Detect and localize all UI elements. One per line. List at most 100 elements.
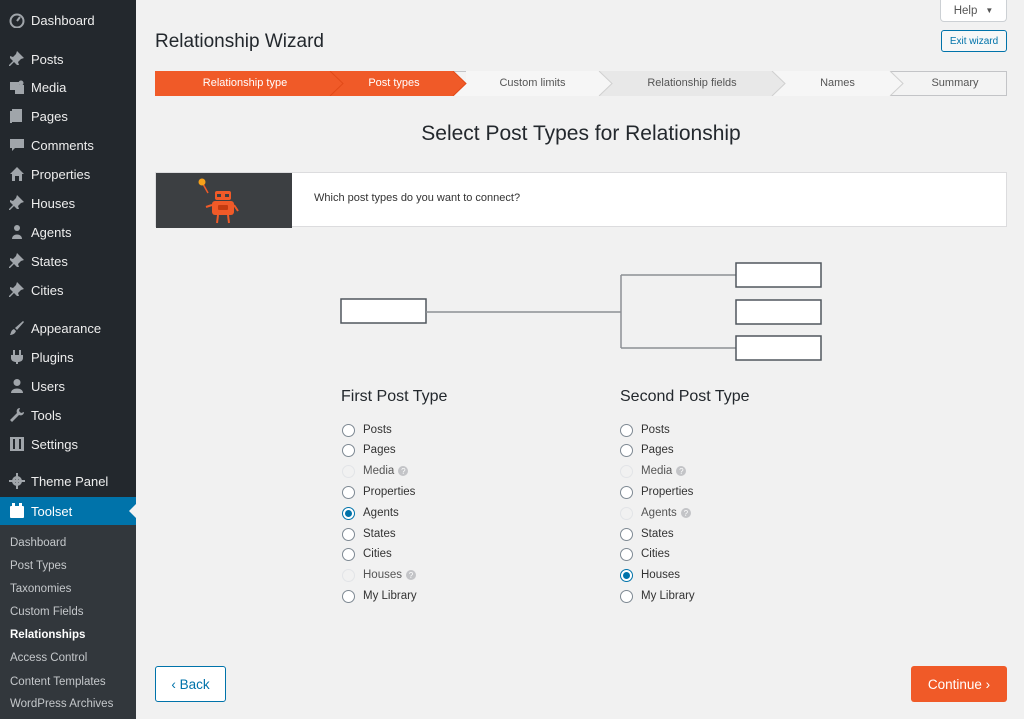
- help-icon[interactable]: ?: [406, 570, 416, 580]
- home-icon: [0, 166, 30, 182]
- submenu-item-custom-fields[interactable]: Custom Fields: [10, 603, 84, 621]
- help-icon[interactable]: ?: [680, 508, 691, 518]
- radio-button[interactable]: [342, 423, 355, 437]
- submenu-item-post-types[interactable]: Post Types: [10, 557, 67, 575]
- sidebar-item-properties[interactable]: Properties: [0, 160, 136, 188]
- sidebar-item-pages[interactable]: Pages: [0, 102, 136, 130]
- diagram-second-box-1: [735, 262, 822, 288]
- option-label: Agents: [641, 507, 677, 519]
- robot-icon: [198, 178, 239, 224]
- radio-button[interactable]: [620, 589, 633, 603]
- sidebar-item-comments[interactable]: Comments: [0, 131, 136, 159]
- submenu-item-relationships[interactable]: Relationships: [10, 626, 85, 644]
- sidebar-item-label: Posts: [31, 51, 64, 67]
- sidebar-item-settings[interactable]: Settings: [0, 430, 136, 458]
- first-option-houses: Houses?: [341, 566, 416, 584]
- option-label: My Library: [363, 590, 417, 602]
- first-option-pages[interactable]: Pages: [341, 441, 396, 459]
- sidebar-item-label: Dashboard: [31, 12, 95, 28]
- pin-icon: [0, 282, 30, 298]
- sidebar-item-dashboard[interactable]: Dashboard: [0, 6, 136, 34]
- sidebar-item-plugins[interactable]: Plugins: [0, 343, 136, 371]
- submenu-item-wordpress-archives[interactable]: WordPress Archives: [10, 695, 113, 713]
- sidebar-item-toolset[interactable]: Toolset: [0, 497, 136, 525]
- option-label: Pages: [363, 444, 396, 456]
- radio-button[interactable]: [620, 527, 633, 541]
- pin-icon: [0, 51, 30, 67]
- radio-button: [342, 568, 355, 582]
- radio-button[interactable]: [620, 547, 633, 561]
- sidebar-item-tools[interactable]: Tools: [0, 401, 136, 429]
- radio-button[interactable]: [342, 527, 355, 541]
- exit-wizard-button[interactable]: Exit wizard: [941, 30, 1007, 52]
- radio-button[interactable]: [620, 568, 633, 582]
- second-option-my-library[interactable]: My Library: [619, 587, 695, 605]
- continue-button[interactable]: Continue ›: [911, 666, 1007, 702]
- second-option-states[interactable]: States: [619, 525, 674, 543]
- option-label: Media: [363, 465, 395, 477]
- step-names: Names: [820, 77, 855, 89]
- sidebar-item-label: Appearance: [31, 320, 102, 336]
- first-option-states[interactable]: States: [341, 525, 396, 543]
- sidebar-item-label: Agents: [31, 224, 72, 240]
- sidebar-item-label: Tools: [31, 407, 62, 423]
- radio-button: [620, 506, 633, 520]
- back-button[interactable]: ‹ Back: [155, 666, 226, 702]
- first-option-agents[interactable]: Agents: [341, 504, 399, 522]
- second-option-posts[interactable]: Posts: [619, 421, 670, 439]
- sidebar-item-houses[interactable]: Houses: [0, 189, 136, 217]
- option-label: States: [641, 528, 674, 540]
- media-icon: [0, 79, 30, 95]
- sidebar-item-states[interactable]: States: [0, 247, 136, 275]
- sidebar-item-media[interactable]: Media: [0, 73, 136, 101]
- radio-button[interactable]: [620, 485, 633, 499]
- caret-down-icon: ▼: [985, 6, 994, 15]
- second-option-houses[interactable]: Houses: [619, 566, 680, 584]
- users-icon: [0, 224, 30, 240]
- toolset-icon: [0, 503, 30, 519]
- option-label: Media: [641, 465, 673, 477]
- radio-button[interactable]: [342, 485, 355, 499]
- sidebar-item-posts[interactable]: Posts: [0, 45, 136, 73]
- option-label: Posts: [641, 424, 670, 436]
- radio-button[interactable]: [342, 547, 355, 561]
- robot-illustration: [156, 173, 292, 228]
- plugin-icon: [0, 349, 30, 365]
- sidebar-item-users[interactable]: Users: [0, 372, 136, 400]
- sidebar-item-appearance[interactable]: Appearance: [0, 314, 136, 342]
- submenu-item-dashboard[interactable]: Dashboard: [10, 534, 66, 552]
- first-option-cities[interactable]: Cities: [341, 545, 392, 563]
- second-option-properties[interactable]: Properties: [619, 483, 693, 501]
- option-label: My Library: [641, 590, 695, 602]
- radio-button[interactable]: [342, 589, 355, 603]
- radio-button[interactable]: [620, 423, 633, 437]
- sidebar-item-agents[interactable]: Agents: [0, 218, 136, 246]
- sidebar-item-label: Users: [31, 378, 65, 394]
- submenu-item-content-templates[interactable]: Content Templates: [10, 673, 106, 691]
- radio-button[interactable]: [342, 506, 355, 520]
- option-label: Properties: [363, 486, 416, 498]
- sidebar-item-label: Settings: [31, 436, 78, 452]
- first-option-posts[interactable]: Posts: [341, 421, 392, 439]
- help-icon[interactable]: ?: [676, 466, 687, 476]
- second-option-pages[interactable]: Pages: [619, 441, 674, 459]
- active-indicator: [129, 504, 136, 518]
- option-label: Pages: [641, 444, 674, 456]
- relationship-diagram: [340, 262, 822, 361]
- step-post-types: Post types: [368, 77, 420, 89]
- sidebar-item-theme-panel[interactable]: Theme Panel: [0, 467, 136, 495]
- sidebar-item-cities[interactable]: Cities: [0, 276, 136, 304]
- diagram-second-box-2: [735, 299, 822, 325]
- sidebar-item-label: Theme Panel: [31, 473, 109, 489]
- first-option-properties[interactable]: Properties: [341, 483, 415, 501]
- sidebar-item-label: Toolset: [31, 503, 73, 519]
- help-button[interactable]: Help ▼: [940, 0, 1007, 22]
- wizard-steps: Relationship type Post types Custom limi…: [155, 71, 1007, 96]
- submenu-item-access-control[interactable]: Access Control: [10, 649, 87, 667]
- radio-button[interactable]: [620, 443, 633, 457]
- submenu-item-taxonomies[interactable]: Taxonomies: [10, 580, 71, 598]
- radio-button[interactable]: [342, 443, 355, 457]
- second-option-cities[interactable]: Cities: [619, 545, 670, 563]
- help-icon[interactable]: ?: [398, 466, 409, 476]
- first-option-my-library[interactable]: My Library: [341, 587, 417, 605]
